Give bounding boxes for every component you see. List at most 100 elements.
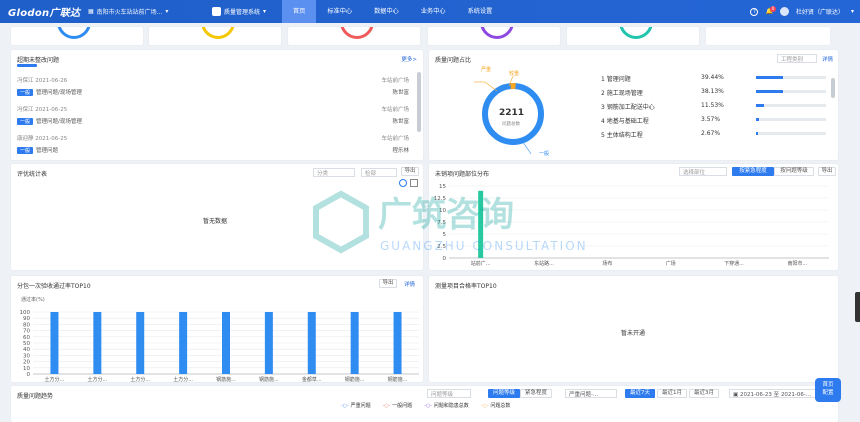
watermark: 广筑咨询 GUANGZHU CONSULTATION xyxy=(296,186,626,258)
y-tick-label: 90 xyxy=(23,316,30,322)
bar xyxy=(50,312,59,374)
overdue-panel: 超期未整改问题 更多> 冯保江 2021-06-26 车站前广场 一般 管理问题/… xyxy=(11,50,423,160)
help-icon[interactable]: ? xyxy=(750,7,759,16)
list-item[interactable]: 康迎静 2021-06-25 车站前广场 一般 管理问题 程乐林 xyxy=(17,134,421,154)
notification-badge: 0 xyxy=(769,6,776,12)
scrollbar[interactable] xyxy=(831,78,835,98)
chevron-down-icon: ▾ xyxy=(263,8,267,15)
legend-item[interactable]: -○- 一般问题 xyxy=(383,402,413,409)
part-select[interactable]: 检部 xyxy=(361,168,397,177)
nav-standards[interactable]: 标准中心 xyxy=(316,0,363,23)
bar xyxy=(307,312,316,374)
x-tick-label: 钢筋施... xyxy=(216,376,236,382)
export-button[interactable]: 导出 xyxy=(379,279,397,288)
nav-home[interactable]: 首页 xyxy=(282,0,317,23)
stat-card-6 xyxy=(706,27,830,45)
system-selector[interactable]: 质量管理系统 ▾ xyxy=(212,7,282,16)
project-selector[interactable]: ▦ 南阳市火车站站前广场... ▾ xyxy=(88,7,208,16)
list-item: 4 地基与基础工程 3.57% xyxy=(601,116,827,130)
chevron-down-icon: ▾ xyxy=(165,8,169,15)
stat-card-4 xyxy=(428,27,560,45)
legend-item[interactable]: -○- 问题和隐患总数 xyxy=(424,402,469,409)
y-tick-label: 80 xyxy=(23,322,30,328)
nav-settings[interactable]: 系统设置 xyxy=(457,0,504,23)
watermark-cn: 广筑咨询 xyxy=(378,195,514,235)
category-select[interactable]: 分类 xyxy=(313,168,355,177)
panel-title: 质量问题占比 xyxy=(435,57,472,64)
y-tick-label: 70 xyxy=(23,329,30,335)
calendar-icon: ▣ xyxy=(733,392,740,398)
nav-business[interactable]: 业务中心 xyxy=(410,0,457,23)
panel-title: 质量问题趋势 xyxy=(17,393,54,400)
stat-card-2 xyxy=(149,27,281,45)
bell-icon[interactable]: 🔔 0 xyxy=(765,6,776,15)
avatar[interactable] xyxy=(779,7,789,16)
legend-item[interactable]: -○- 严重问题 xyxy=(341,402,371,409)
x-tick-label: 下穿通... xyxy=(724,260,744,267)
category-select[interactable]: 工程类别 xyxy=(777,54,817,63)
list-item: 3 钢筋加工配送中心 11.53% xyxy=(601,102,827,116)
list-item: 5 主体结构工程 2.67% xyxy=(601,130,827,144)
bar xyxy=(136,312,145,374)
nav-data[interactable]: 数据中心 xyxy=(363,0,410,23)
export-button[interactable]: 导出 xyxy=(818,167,836,176)
x-tick-label: 钢筋施... xyxy=(259,376,279,382)
x-tick-label: 钢筋施... xyxy=(345,376,365,382)
severity-select[interactable]: 严重问题-... xyxy=(565,389,617,398)
quality-ratio-panel: 质量问题占比 工程类别 详情 严重 较重 一般 2211 问题总数 1 管理问题… xyxy=(429,50,838,160)
status-badge: 一般 xyxy=(17,89,34,96)
x-tick-label: 土方分... xyxy=(173,376,193,382)
y-tick-label: 40 xyxy=(23,347,30,353)
export-button[interactable]: 导出 xyxy=(401,167,419,176)
x-tick-label: 土方分... xyxy=(130,376,150,382)
top-bar: Glodon广联达 ▦ 南阳市火车站站前广场... ▾ 质量管理系统 ▾ 首页 标准中… xyxy=(0,0,860,23)
total-count: 2211 xyxy=(499,108,525,118)
tab-urgency[interactable]: 紧急程度 xyxy=(520,389,552,398)
scroll-indicator xyxy=(17,64,37,67)
tab-level[interactable]: 问题等级 xyxy=(488,389,520,398)
panel-title: 超期未整改问题 xyxy=(17,57,60,64)
empty-text: 暂无数据 xyxy=(203,218,228,225)
status-badge: 一般 xyxy=(17,147,34,154)
trend-legend: -○- 严重问题 -○- 一般问题 -○- 问题和隐患总数 -○- 问题总数 xyxy=(341,402,510,409)
watermark-en: GUANGZHU CONSULTATION xyxy=(380,239,588,253)
bar xyxy=(350,312,359,374)
y-tick-label: 50 xyxy=(23,341,30,347)
home-config-button[interactable]: 首页 配置 xyxy=(815,378,841,402)
range-7days[interactable]: 最近7天 xyxy=(625,389,655,398)
part-select[interactable]: 选择部位 xyxy=(679,167,727,176)
user-name[interactable]: 杜好贤（广联达） xyxy=(796,7,844,16)
level-select[interactable]: 问题等级 xyxy=(427,389,471,398)
trend-panel: 质量问题趋势 问题等级 问题等级 紧急程度 严重问题-... 最近7天 最近1月… xyxy=(11,386,838,422)
list-item: 2 施工现场管理 38.13% xyxy=(601,88,827,102)
y-tick-label: 60 xyxy=(23,335,30,341)
tab-level[interactable]: 按问题等级 xyxy=(774,167,814,176)
y-tick-label: 100 xyxy=(20,310,31,316)
more-link[interactable]: 更多> xyxy=(401,55,417,63)
range-1month[interactable]: 最近1月 xyxy=(657,389,687,398)
legend-item[interactable]: -○- 问题总数 xyxy=(481,402,511,409)
x-tick-label: 广场 xyxy=(666,260,676,267)
stat-card-3 xyxy=(288,27,420,45)
grid-icon: ▦ xyxy=(88,8,94,15)
y-tick-label: 10 xyxy=(23,366,30,372)
list-item[interactable]: 冯保江 2021-06-25 车站前广场 一般 管理问题/现场管理 陈世富 xyxy=(17,105,421,125)
detail-link[interactable]: 详情 xyxy=(822,55,833,63)
x-tick-label: 东站路... xyxy=(534,260,554,267)
x-tick-label: 土方分... xyxy=(87,376,107,382)
list-item: 1 管理问题 39.44% xyxy=(601,74,827,88)
detail-link[interactable]: 详情 xyxy=(404,280,415,288)
empty-text: 暂未开通 xyxy=(621,330,646,337)
y-tick-label: 30 xyxy=(23,353,30,359)
list-item[interactable]: 冯保江 2021-06-26 车站前广场 一般 管理问题/现场管理 陈世富 xyxy=(17,76,421,96)
legend-severe: 严重 xyxy=(481,67,492,73)
tab-urgency[interactable]: 按紧急程度 xyxy=(732,167,774,176)
main-nav: 首页 标准中心 数据中心 业务中心 系统设置 xyxy=(282,0,503,23)
stat-card-1 xyxy=(11,27,143,45)
system-icon xyxy=(212,7,221,16)
total-label: 问题总数 xyxy=(502,122,520,127)
range-3months[interactable]: 最近3月 xyxy=(689,389,719,398)
app-logo: Glodon广联达 xyxy=(8,8,81,19)
side-drawer-handle[interactable] xyxy=(855,292,860,322)
panel-title: 测量项目合格率TOP10 xyxy=(435,283,497,290)
